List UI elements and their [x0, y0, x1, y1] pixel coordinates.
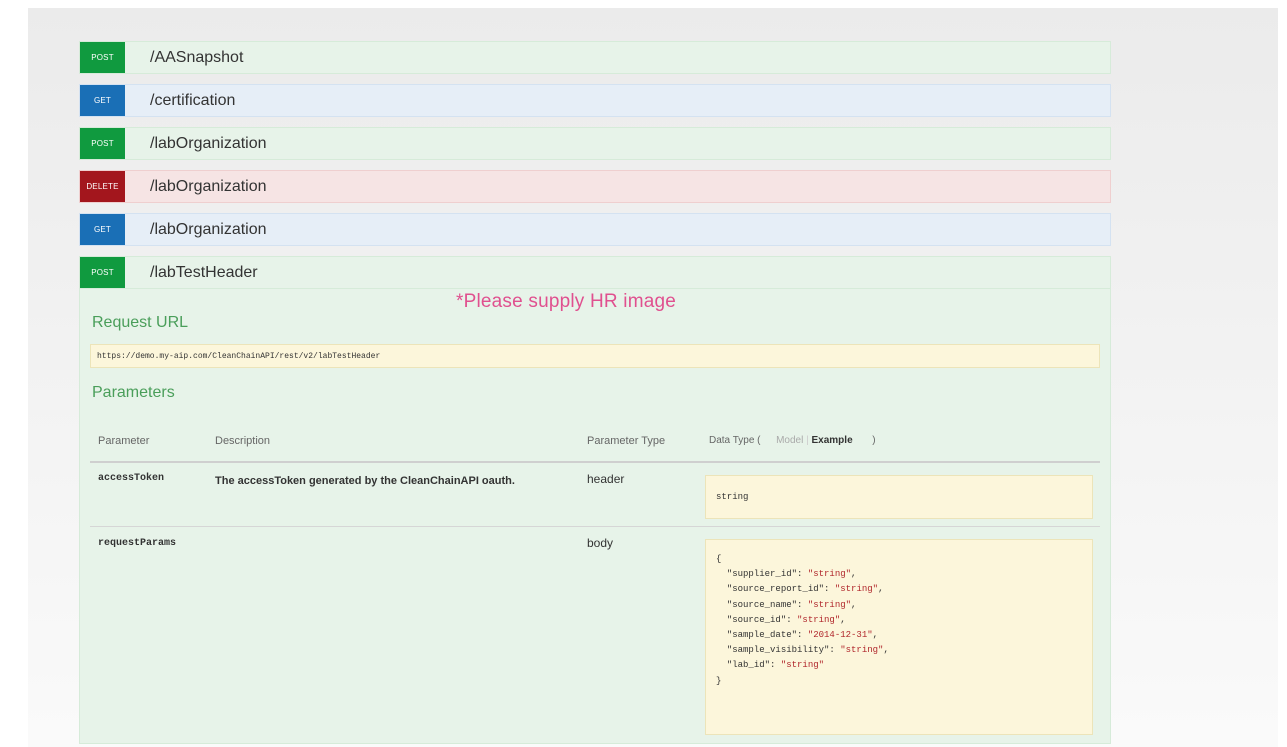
- parameters-heading: Parameters: [92, 384, 175, 401]
- json-field: "supplier_id": "string",: [726, 569, 857, 580]
- request-url-heading: Request URL: [92, 314, 189, 331]
- data-type-label: Data Type (: [709, 435, 761, 446]
- operation-get-certification[interactable]: GET /certification: [79, 84, 1111, 117]
- operations-list: POST /AASnapshot GET /certification POST…: [79, 41, 1111, 744]
- operation-path[interactable]: /labOrganization: [150, 221, 267, 239]
- operation-path[interactable]: /labOrganization: [150, 135, 267, 153]
- param-description: The accessToken generated by the CleanCh…: [215, 475, 515, 487]
- json-field: "source_id": "string",: [726, 614, 846, 625]
- request-url-box: https://demo.my-aip.com/CleanChainAPI/re…: [90, 344, 1100, 368]
- json-field: "sample_visibility": "string",: [726, 645, 889, 656]
- param-name-requestparams: requestParams: [98, 538, 177, 549]
- json-field: "lab_id": "string": [726, 660, 825, 671]
- json-open-brace: {: [716, 554, 722, 564]
- json-field: "source_report_id": "string",: [726, 584, 884, 595]
- column-header-parameter-type: Parameter Type: [587, 435, 666, 447]
- example-box-requestparams[interactable]: { "supplier_id": "string", "source_repor…: [705, 539, 1093, 735]
- operation-post-laborganization[interactable]: POST /labOrganization: [79, 127, 1111, 160]
- operation-path[interactable]: /AASnapshot: [150, 49, 243, 67]
- column-header-data-type: Data Type ( Model | Example ): [709, 435, 876, 446]
- json-field: "sample_date": "2014-12-31",: [726, 630, 879, 641]
- column-header-parameter: Parameter: [98, 435, 150, 447]
- method-badge: POST: [80, 42, 125, 73]
- column-header-description: Description: [215, 435, 271, 447]
- operation-post-aasnapshot[interactable]: POST /AASnapshot: [79, 41, 1111, 74]
- example-value: string: [716, 492, 749, 502]
- method-badge: GET: [80, 85, 125, 116]
- method-badge: POST: [80, 128, 125, 159]
- example-box-accesstoken[interactable]: string: [705, 475, 1093, 519]
- data-type-close: ): [872, 435, 876, 446]
- operation-path[interactable]: /labOrganization: [150, 178, 267, 196]
- hr-image-note: *Please supply HR image: [456, 291, 677, 312]
- request-url-text: https://demo.my-aip.com/CleanChainAPI/re…: [97, 351, 381, 361]
- method-badge: GET: [80, 214, 125, 245]
- operation-path[interactable]: /labTestHeader: [150, 264, 258, 282]
- model-tab[interactable]: Model: [776, 435, 803, 446]
- method-badge: POST: [80, 257, 125, 288]
- operation-get-laborganization[interactable]: GET /labOrganization: [79, 213, 1111, 246]
- header-divider: [90, 461, 1100, 463]
- param-type: header: [587, 472, 625, 486]
- operation-detail-panel: Request URL https://demo.my-aip.com/Clea…: [79, 289, 1111, 744]
- param-name-accesstoken: accessToken: [98, 473, 165, 484]
- json-close-brace: }: [716, 675, 722, 686]
- json-field: "source_name": "string",: [726, 599, 857, 610]
- row-divider: [90, 526, 1100, 527]
- operation-post-labtestheader[interactable]: POST /labTestHeader: [79, 256, 1111, 289]
- operation-delete-laborganization[interactable]: DELETE /labOrganization: [79, 170, 1111, 203]
- param-type: body: [587, 536, 614, 550]
- method-badge: DELETE: [80, 171, 125, 202]
- operation-path[interactable]: /certification: [150, 92, 235, 110]
- example-tab[interactable]: Example: [812, 435, 853, 446]
